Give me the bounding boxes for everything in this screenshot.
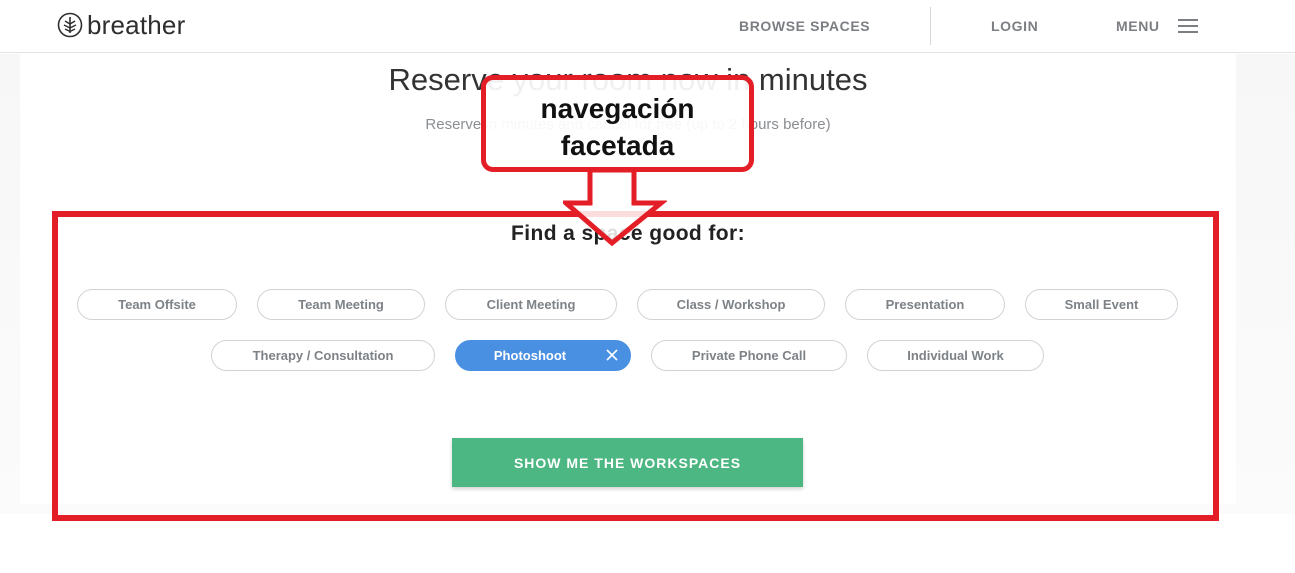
- tree-logo-icon: [57, 12, 83, 38]
- down-arrow-annotation: [563, 167, 667, 247]
- site-header: breather BROWSE SPACES LOGIN MENU: [0, 0, 1295, 53]
- hamburger-menu-icon[interactable]: [1178, 19, 1198, 33]
- brand-name: breather: [87, 10, 186, 40]
- nav-menu[interactable]: MENU: [1116, 18, 1160, 34]
- faceted-navigation-highlight: [52, 211, 1219, 521]
- annotation-callout: navegación facetada: [481, 75, 754, 172]
- brand-logo[interactable]: breather: [57, 12, 185, 38]
- callout-text: navegación facetada: [486, 90, 749, 164]
- nav-browse-spaces[interactable]: BROWSE SPACES: [739, 18, 870, 34]
- nav-divider: [930, 7, 931, 45]
- callout-line-1: navegación: [540, 93, 695, 124]
- callout-line-2: facetada: [560, 130, 675, 161]
- nav-login[interactable]: LOGIN: [991, 18, 1038, 34]
